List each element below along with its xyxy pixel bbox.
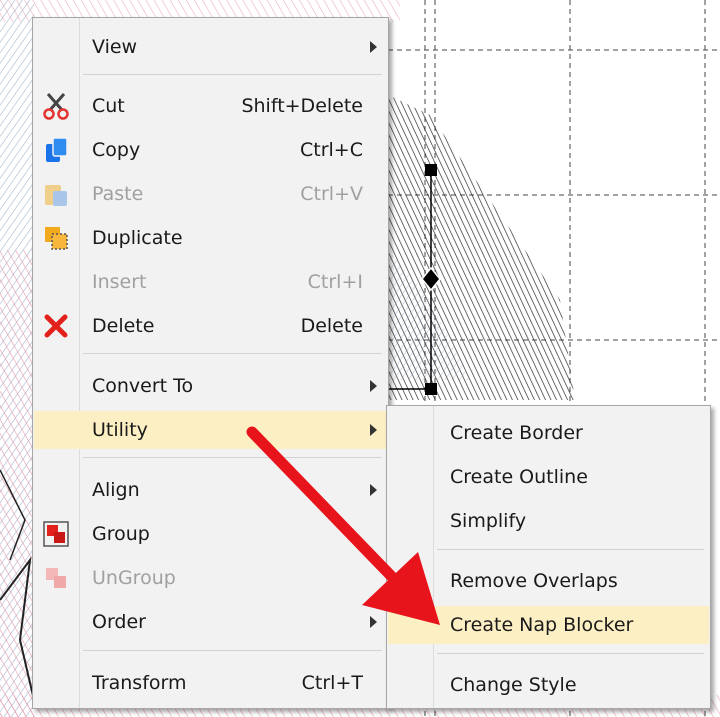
menu-separator [83,457,382,458]
menu-separator [83,650,382,651]
menu-item-shortcut: Shift+Delete [241,95,363,117]
menu-item-label: Transform [92,672,187,694]
submenu-item-simplify[interactable]: Simplify [388,502,709,540]
submenu-item-change-style[interactable]: Change Style [388,666,709,704]
menu-item-label: Group [92,523,150,545]
menu-item-label: UnGroup [92,567,176,589]
submenu-item-label: Change Style [450,674,577,696]
menu-item-shortcut: Ctrl+I [307,271,363,293]
menu-separator [437,653,704,654]
submenu-item-label: Create Nap Blocker [450,614,634,636]
submenu-item-label: Remove Overlaps [450,570,618,592]
submenu-item-label: Simplify [450,510,527,532]
menu-item-label: Delete [92,315,155,337]
menu-item-ungroup[interactable]: UnGroup [34,559,387,597]
submenu-item-create-border[interactable]: Create Border [388,414,709,452]
menu-item-align[interactable]: Align [34,471,387,509]
menu-item-label: Convert To [92,375,194,397]
menu-item-label: Duplicate [92,227,183,249]
submenu-item-label: Create Border [450,422,583,444]
menu-item-cut[interactable]: Cut Shift+Delete [34,87,387,125]
submenu-item-create-nap-blocker[interactable]: Create Nap Blocker [388,606,709,644]
menu-item-group[interactable]: Group [34,515,387,553]
menu-item-shortcut: Delete [300,315,363,337]
submenu-item-label: Create Outline [450,466,588,488]
submenu-arrow-icon [370,484,377,496]
menu-item-label: Cut [92,95,125,117]
menu-item-label: View [92,36,138,58]
menu-item-shortcut: Ctrl+C [300,139,363,161]
copy-icon [46,137,68,162]
menu-item-label: Utility [92,419,148,441]
menu-item-order[interactable]: Order [34,603,387,641]
paste-icon [45,185,67,206]
menu-item-insert[interactable]: Insert Ctrl+I [34,263,387,301]
delete-x-icon [44,314,68,338]
menu-item-label: Order [92,611,146,633]
menu-item-convert-to[interactable]: Convert To [34,367,387,405]
utility-submenu: Create Border Create Outline Simplify Re… [386,405,711,709]
menu-item-label: Insert [92,271,147,293]
submenu-arrow-icon [370,424,377,436]
menu-separator [83,353,382,354]
menu-item-label: Align [92,479,140,501]
submenu-arrow-icon [370,380,377,392]
ungroup-icon [46,568,66,588]
submenu-item-remove-overlaps[interactable]: Remove Overlaps [388,562,709,600]
menu-item-utility[interactable]: Utility [34,411,387,449]
menu-item-shortcut: Ctrl+T [301,672,363,694]
group-icon [43,521,69,547]
scissors-icon [43,93,69,120]
submenu-item-create-outline[interactable]: Create Outline [388,458,709,496]
submenu-arrow-icon [370,616,377,628]
duplicate-icon [45,227,68,250]
menu-item-label: Paste [92,183,144,205]
menu-item-duplicate[interactable]: Duplicate [34,219,387,257]
menu-separator [83,74,382,75]
menu-item-copy[interactable]: Copy Ctrl+C [34,131,387,169]
menu-item-transform[interactable]: Transform Ctrl+T [34,664,387,702]
selection-handle-top[interactable] [425,164,437,176]
menu-item-label: Copy [92,139,141,161]
context-menu: View Cut Shift+Delete Copy Ctrl+C Paste … [32,17,389,709]
menu-item-view[interactable]: View [34,28,387,66]
menu-separator [437,549,704,550]
menu-item-delete[interactable]: Delete Delete [34,307,387,345]
submenu-arrow-icon [370,41,377,53]
selection-handle-bottom[interactable] [425,383,437,395]
menu-item-paste[interactable]: Paste Ctrl+V [34,175,387,213]
menu-item-shortcut: Ctrl+V [300,183,363,205]
